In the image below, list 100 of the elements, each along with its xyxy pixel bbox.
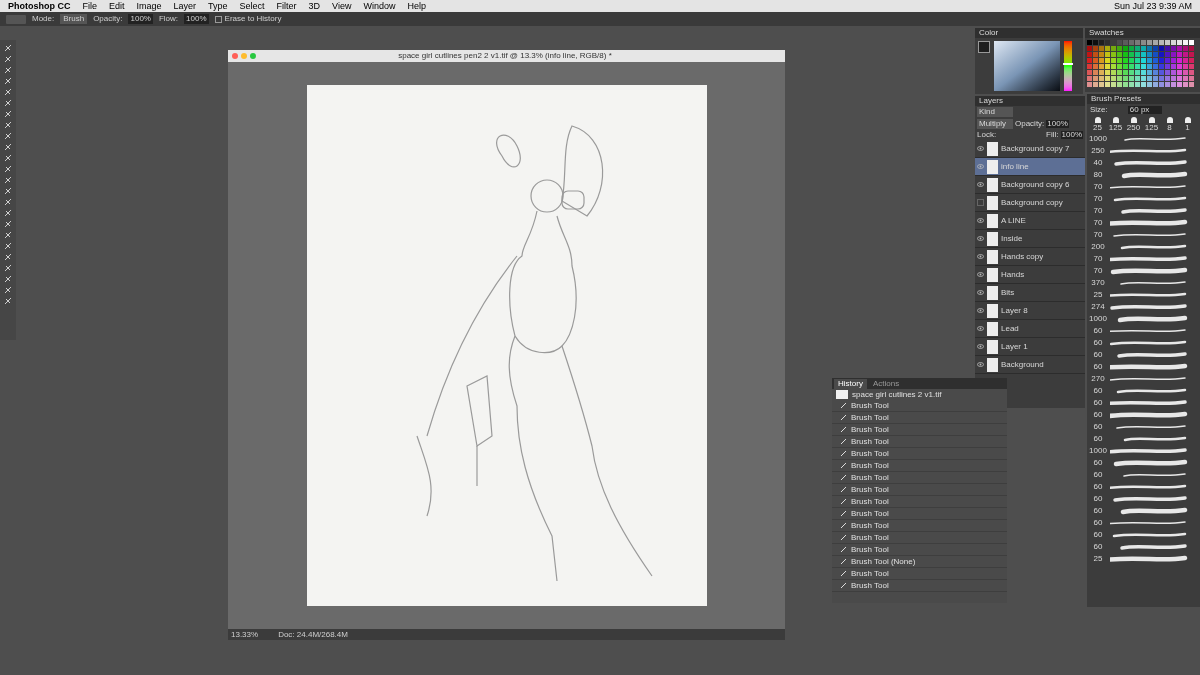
hue-slider[interactable] <box>1064 41 1072 91</box>
history-state[interactable]: Brush Tool <box>832 520 1007 532</box>
brush-preset-row[interactable]: 25 <box>1087 553 1200 565</box>
menu-item[interactable]: Type <box>208 1 228 11</box>
menu-item[interactable]: View <box>332 1 352 11</box>
brush-preset-row[interactable]: 60 <box>1087 397 1200 409</box>
tool-icon[interactable] <box>4 198 12 206</box>
tool-icon[interactable] <box>4 264 12 272</box>
brush-preset-row[interactable]: 70 <box>1087 253 1200 265</box>
menu-item[interactable]: File <box>82 1 97 11</box>
tool-icon[interactable] <box>4 176 12 184</box>
layer-row[interactable]: Background copy 7 <box>975 140 1085 158</box>
history-state[interactable]: Brush Tool (None) <box>832 556 1007 568</box>
brush-preset-row[interactable]: 200 <box>1087 241 1200 253</box>
history-state[interactable]: Brush Tool <box>832 568 1007 580</box>
layer-row[interactable]: Bits <box>975 284 1085 302</box>
slider-thumb[interactable] <box>1063 62 1073 65</box>
tool-icon[interactable] <box>4 154 12 162</box>
brush-preset-row[interactable]: 274 <box>1087 301 1200 313</box>
zoom-level[interactable]: 13.33% <box>231 630 259 639</box>
brush-preset-row[interactable]: 70 <box>1087 265 1200 277</box>
brush-preset-row[interactable]: 60 <box>1087 325 1200 337</box>
tool-icon[interactable] <box>4 88 12 96</box>
eye-icon[interactable] <box>977 308 984 313</box>
tool-icon[interactable] <box>4 297 12 305</box>
eye-icon[interactable] <box>977 272 984 277</box>
tool-icon[interactable] <box>4 132 12 140</box>
tool-icon[interactable] <box>4 165 12 173</box>
history-state[interactable]: Brush Tool <box>832 532 1007 544</box>
layer-row[interactable]: Hands <box>975 266 1085 284</box>
filter-dropdown[interactable]: Kind <box>977 107 1013 117</box>
history-state[interactable]: Brush Tool <box>832 448 1007 460</box>
panel-tab[interactable]: Layers <box>979 97 1003 105</box>
tool-icon[interactable] <box>4 66 12 74</box>
brush-preset-row[interactable]: 60 <box>1087 361 1200 373</box>
eye-icon[interactable] <box>977 146 984 151</box>
menu-item[interactable]: 3D <box>308 1 321 11</box>
menu-item[interactable]: Edit <box>109 1 125 11</box>
eye-icon[interactable] <box>977 362 984 367</box>
eye-icon[interactable] <box>977 218 984 223</box>
checkbox[interactable] <box>214 15 222 23</box>
tool-icon[interactable] <box>4 275 12 283</box>
brush-preset-row[interactable]: 60 <box>1087 385 1200 397</box>
brush-tip[interactable]: 8 <box>1162 117 1177 132</box>
history-state[interactable]: Brush Tool <box>832 544 1007 556</box>
eye-icon[interactable] <box>977 236 984 241</box>
opacity-field[interactable]: 100% <box>128 14 153 24</box>
blend-mode-dropdown[interactable]: Multiply <box>977 119 1013 129</box>
layer-row[interactable]: info line <box>975 158 1085 176</box>
tool-icon[interactable] <box>4 121 12 129</box>
tool-icon[interactable] <box>4 110 12 118</box>
tool-icon[interactable] <box>4 55 12 63</box>
visibility-toggle[interactable] <box>977 199 984 206</box>
history-state[interactable]: Brush Tool <box>832 400 1007 412</box>
brush-preset-row[interactable]: 80 <box>1087 169 1200 181</box>
tool-icon[interactable] <box>4 253 12 261</box>
menu-item[interactable]: Window <box>363 1 396 11</box>
brush-preset-row[interactable]: 60 <box>1087 421 1200 433</box>
brush-preset-row[interactable]: 60 <box>1087 337 1200 349</box>
brush-tip[interactable]: 1 <box>1180 117 1195 132</box>
brush-preset-row[interactable]: 1000 <box>1087 133 1200 145</box>
snapshot-label[interactable]: space girl cutlines 2 v1.tif <box>852 390 942 399</box>
brush-preset-row[interactable]: 250 <box>1087 145 1200 157</box>
brush-preset-row[interactable]: 60 <box>1087 481 1200 493</box>
brush-preset-row[interactable]: 60 <box>1087 457 1200 469</box>
tool-icon[interactable] <box>4 44 12 52</box>
brush-preset-row[interactable]: 60 <box>1087 469 1200 481</box>
menu-item[interactable]: Image <box>136 1 162 11</box>
brush-preset-row[interactable]: 60 <box>1087 493 1200 505</box>
brush-tip[interactable]: 250 <box>1126 117 1141 132</box>
app-menu[interactable]: Photoshop CC <box>8 1 71 11</box>
eye-icon[interactable] <box>977 344 984 349</box>
brush-preset-row[interactable]: 70 <box>1087 205 1200 217</box>
history-state[interactable]: Brush Tool <box>832 424 1007 436</box>
layer-row[interactable]: Hands copy <box>975 248 1085 266</box>
history-state[interactable]: Brush Tool <box>832 508 1007 520</box>
panel-tab[interactable]: History <box>834 379 867 389</box>
flow-field[interactable]: 100% <box>184 14 209 24</box>
eye-icon[interactable] <box>977 254 984 259</box>
history-state[interactable]: Brush Tool <box>832 436 1007 448</box>
brush-preset-row[interactable]: 60 <box>1087 349 1200 361</box>
layer-row[interactable]: Background copy 6 <box>975 176 1085 194</box>
tool-icon[interactable] <box>4 77 12 85</box>
eye-icon[interactable] <box>977 326 984 331</box>
layer-row[interactable]: Inside <box>975 230 1085 248</box>
brush-preset-row[interactable]: 70 <box>1087 193 1200 205</box>
panel-tab[interactable]: Actions <box>868 379 904 389</box>
history-state[interactable]: Brush Tool <box>832 460 1007 472</box>
layer-row[interactable]: Layer 8 <box>975 302 1085 320</box>
menu-item[interactable]: Filter <box>276 1 297 11</box>
brush-preset-row[interactable]: 60 <box>1087 529 1200 541</box>
fill-field[interactable]: 100% <box>1060 131 1083 139</box>
brush-preset-row[interactable]: 60 <box>1087 517 1200 529</box>
brush-tip[interactable]: 125 <box>1144 117 1159 132</box>
brush-preset-row[interactable]: 60 <box>1087 541 1200 553</box>
brush-preset-row[interactable]: 40 <box>1087 157 1200 169</box>
brush-preset-row[interactable]: 1000 <box>1087 445 1200 457</box>
history-state[interactable]: Brush Tool <box>832 484 1007 496</box>
tool-icon[interactable] <box>4 143 12 151</box>
tool-icon[interactable] <box>4 220 12 228</box>
